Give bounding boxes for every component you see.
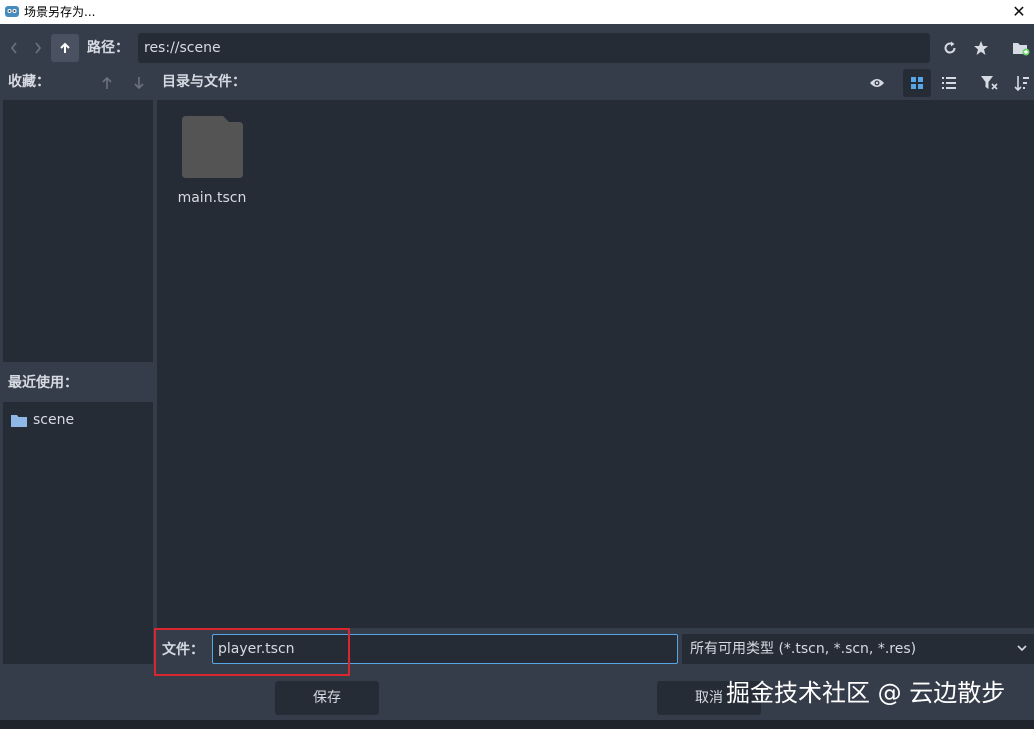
watermark-text: 掘金技术社区 @ 云边散步	[726, 679, 1006, 707]
grid-view-icon[interactable]	[903, 69, 931, 97]
move-favorite-up-icon[interactable]	[93, 69, 121, 97]
favorites-label: 收藏：	[8, 74, 50, 90]
bottom-strip	[0, 720, 1034, 729]
refresh-icon[interactable]	[936, 34, 964, 62]
forward-icon[interactable]	[24, 34, 52, 62]
godot-icon	[5, 6, 19, 17]
recent-item-label: scene	[33, 412, 75, 428]
move-favorite-down-icon[interactable]	[125, 69, 153, 97]
show-hidden-eye-icon[interactable]	[863, 69, 891, 97]
file-name-label: 文件：	[162, 642, 204, 658]
filter-icon[interactable]	[975, 69, 1003, 97]
file-type-select[interactable]: 所有可用类型 (*.tscn, *.scn, *.res)	[682, 634, 1034, 664]
favorite-star-icon[interactable]	[967, 34, 995, 62]
files-label: 目录与文件：	[162, 74, 246, 90]
folder-icon	[11, 414, 27, 427]
recent-label: 最近使用：	[8, 375, 78, 391]
go-up-button[interactable]	[51, 34, 79, 62]
file-name-input[interactable]: player.tscn	[212, 634, 678, 664]
path-toolbar: 路径： res://scene	[0, 24, 1034, 72]
chevron-down-icon	[1016, 634, 1028, 675]
file-item-label: main.tscn	[177, 190, 247, 206]
panel-header-row: 收藏： 目录与文件：	[0, 69, 1034, 97]
window-titlebar: 场景另存为... ✕	[0, 0, 1034, 24]
path-label: 路径：	[87, 40, 129, 56]
list-view-icon[interactable]	[935, 69, 963, 97]
file-type-value: 所有可用类型 (*.tscn, *.scn, *.res)	[690, 641, 917, 657]
file-item-main-tscn[interactable]: main.tscn	[177, 114, 247, 206]
new-folder-icon[interactable]	[1007, 34, 1034, 62]
favorites-list[interactable]	[3, 100, 153, 362]
window-title: 场景另存为...	[24, 5, 96, 19]
sort-icon[interactable]	[1008, 69, 1034, 97]
recent-list: scene	[3, 402, 153, 664]
path-field[interactable]: res://scene	[138, 33, 930, 63]
save-button[interactable]: 保存	[275, 681, 379, 715]
close-icon[interactable]: ✕	[1008, 1, 1030, 23]
scene-file-icon	[182, 116, 243, 178]
recent-item-scene[interactable]: scene	[11, 410, 74, 430]
file-browser: main.tscn	[157, 100, 1034, 628]
arrow-up-icon	[60, 42, 70, 53]
